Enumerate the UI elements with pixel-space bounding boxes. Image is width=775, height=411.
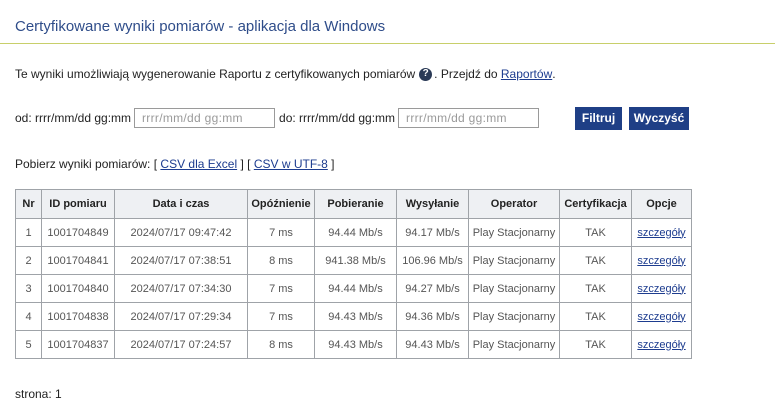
cell-nr: 4 [15,302,42,331]
cell-options: szczegóły [631,246,692,275]
cell-operator: Play Stacjonarny [468,302,560,331]
filter-form: od: rrrr/mm/dd gg:mm do: rrrr/mm/dd gg:m… [15,106,690,130]
info-text-mid: . Przejdź do [434,67,501,81]
download-separator: ] [ [240,157,251,171]
header-certification: Certyfikacja [559,189,632,219]
cell-operator: Play Stacjonarny [468,218,560,247]
cell-options: szczegóły [631,218,692,247]
cell-id: 1001704840 [41,274,115,303]
info-text: Te wyniki umożliwiają wygenerowanie Rapo… [15,67,556,81]
cell-download: 94.43 Mb/s [314,302,397,331]
cell-id: 1001704849 [41,218,115,247]
cell-certification: TAK [559,246,632,275]
cell-latency: 8 ms [247,330,315,359]
cell-id: 1001704838 [41,302,115,331]
cell-upload: 106.96 Mb/s [396,246,469,275]
header-nr: Nr [15,189,42,219]
cell-download: 94.44 Mb/s [314,274,397,303]
table-row: 4 1001704838 2024/07/17 07:29:34 7 ms 94… [15,302,692,331]
filter-button[interactable]: Filtruj [575,106,623,130]
to-date-input[interactable] [398,108,540,128]
page-title: Certyfikowane wyniki pomiarów - aplikacj… [15,18,386,35]
header-id: ID pomiaru [41,189,115,219]
details-link[interactable]: szczegóły [637,283,685,295]
header-download: Pobieranie [314,189,397,219]
cell-upload: 94.43 Mb/s [396,330,469,359]
cell-certification: TAK [559,218,632,247]
table-row: 3 1001704840 2024/07/17 07:34:30 7 ms 94… [15,274,692,303]
cell-options: szczegóły [631,302,692,331]
cell-download: 94.43 Mb/s [314,330,397,359]
cell-id: 1001704841 [41,246,115,275]
from-label: od: rrrr/mm/dd gg:mm [15,111,132,125]
from-date-input[interactable] [134,108,276,128]
info-text-before: Te wyniki umożliwiają wygenerowanie Rapo… [15,67,416,81]
cell-certification: TAK [559,330,632,359]
cell-upload: 94.36 Mb/s [396,302,469,331]
info-text-after: . [552,67,556,81]
cell-id: 1001704837 [41,330,115,359]
table-row: 2 1001704841 2024/07/17 07:38:51 8 ms 94… [15,246,692,275]
table-row: 1 1001704849 2024/07/17 09:47:42 7 ms 94… [15,218,692,247]
title-divider [0,43,775,44]
clear-button[interactable]: Wyczyść [629,106,690,130]
cell-certification: TAK [559,302,632,331]
question-circle-icon[interactable]: ? [419,67,433,81]
details-link[interactable]: szczegóły [637,255,685,267]
cell-upload: 94.17 Mb/s [396,218,469,247]
results-table: Nr ID pomiaru Data i czas Opóźnienie Pob… [15,189,692,359]
download-end: ] [331,157,335,171]
cell-upload: 94.27 Mb/s [396,274,469,303]
header-options: Opcje [631,189,692,219]
cell-datetime: 2024/07/17 09:47:42 [114,218,248,247]
to-label: do: rrrr/mm/dd gg:mm [279,111,396,125]
details-link[interactable]: szczegóły [637,311,685,323]
cell-download: 941.38 Mb/s [314,246,397,275]
reports-link[interactable]: Raportów [501,67,552,81]
header-operator: Operator [468,189,560,219]
cell-options: szczegóły [631,330,692,359]
cell-nr: 1 [15,218,42,247]
details-link[interactable]: szczegóły [637,339,685,351]
cell-latency: 8 ms [247,246,315,275]
cell-datetime: 2024/07/17 07:34:30 [114,274,248,303]
table-row: 5 1001704837 2024/07/17 07:24:57 8 ms 94… [15,330,692,359]
details-link[interactable]: szczegóły [637,227,685,239]
cell-operator: Play Stacjonarny [468,330,560,359]
cell-nr: 2 [15,246,42,275]
cell-certification: TAK [559,274,632,303]
header-upload: Wysyłanie [396,189,469,219]
cell-operator: Play Stacjonarny [468,274,560,303]
cell-datetime: 2024/07/17 07:38:51 [114,246,248,275]
table-header-row: Nr ID pomiaru Data i czas Opóźnienie Pob… [15,189,692,219]
download-links: Pobierz wyniki pomiarów: [ CSV dla Excel… [15,157,335,171]
csv-utf8-link[interactable]: CSV w UTF-8 [254,157,328,171]
cell-options: szczegóły [631,274,692,303]
cell-latency: 7 ms [247,302,315,331]
cell-latency: 7 ms [247,274,315,303]
cell-datetime: 2024/07/17 07:29:34 [114,302,248,331]
cell-datetime: 2024/07/17 07:24:57 [114,330,248,359]
header-datetime: Data i czas [114,189,248,219]
pagination-label: strona: 1 [15,387,62,401]
csv-excel-link[interactable]: CSV dla Excel [160,157,237,171]
cell-operator: Play Stacjonarny [468,246,560,275]
cell-download: 94.44 Mb/s [314,218,397,247]
cell-latency: 7 ms [247,218,315,247]
download-label: Pobierz wyniki pomiarów: [ [15,157,158,171]
header-latency: Opóźnienie [247,189,315,219]
cell-nr: 3 [15,274,42,303]
cell-nr: 5 [15,330,42,359]
